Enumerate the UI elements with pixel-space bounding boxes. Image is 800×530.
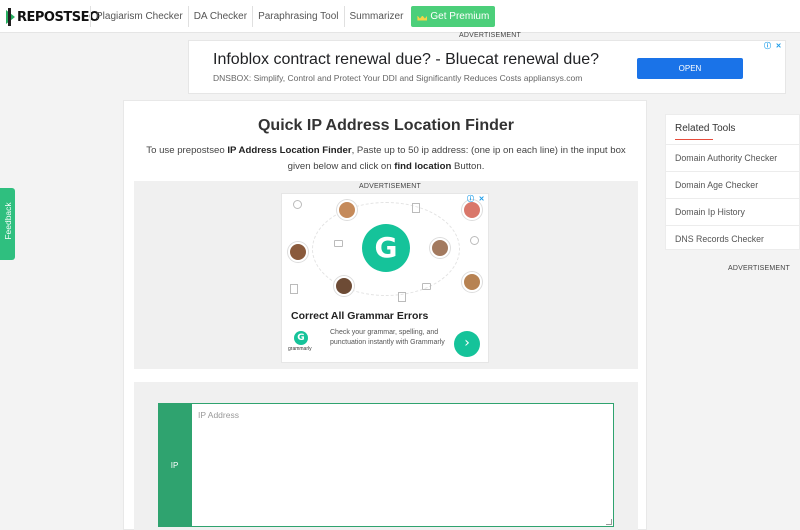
mail-icon bbox=[422, 283, 431, 290]
feedback-tab[interactable]: Feedback bbox=[0, 188, 15, 260]
sidebar-item-domain-ip-history[interactable]: Domain Ip History bbox=[666, 198, 800, 225]
ad-info-icon[interactable]: ⓘ bbox=[466, 195, 475, 204]
nav-plagiarism-checker[interactable]: Plagiarism Checker bbox=[90, 6, 188, 27]
avatar bbox=[430, 238, 450, 258]
sidebar-item-domain-age-checker[interactable]: Domain Age Checker bbox=[666, 171, 800, 198]
grammarly-ad[interactable]: G ⓘ ✕ Correct All Grammar Errors G gramm… bbox=[281, 193, 489, 363]
ad-close-icon[interactable]: ✕ bbox=[477, 195, 486, 204]
logo-text: REPOSTSEO bbox=[17, 9, 100, 25]
mail-icon bbox=[334, 240, 343, 247]
avatar bbox=[462, 272, 482, 292]
ad-choices[interactable]: ⓘ ✕ bbox=[763, 42, 783, 51]
document-icon bbox=[290, 284, 298, 294]
desc-part-1: To use prepostseo bbox=[146, 145, 228, 156]
top-ad-title[interactable]: Infoblox contract renewal due? - Bluecat… bbox=[213, 51, 599, 69]
ad-close-icon[interactable]: ✕ bbox=[774, 42, 783, 51]
page-title: Quick IP Address Location Finder bbox=[257, 117, 515, 134]
grammarly-small-logo-icon: G bbox=[294, 331, 308, 345]
get-premium-label: Get Premium bbox=[430, 11, 490, 22]
nav-paraphrasing-tool[interactable]: Paraphrasing Tool bbox=[252, 6, 343, 27]
crown-icon bbox=[417, 13, 427, 21]
top-ad-label: ADVERTISEMENT bbox=[459, 32, 521, 39]
document-icon bbox=[398, 292, 406, 302]
page-description: To use prepostseo IP Address Location Fi… bbox=[136, 143, 636, 175]
sidebar-item-domain-authority-checker[interactable]: Domain Authority Checker bbox=[666, 144, 800, 171]
grammarly-ad-text: Check your grammar, spelling, and punctu… bbox=[330, 329, 445, 346]
main-content: Quick IP Address Location Finder To use … bbox=[123, 100, 647, 530]
top-ad-open-button[interactable]: OPEN bbox=[637, 58, 743, 79]
get-premium-button[interactable]: Get Premium bbox=[411, 6, 496, 27]
middle-ad-label: ADVERTISEMENT bbox=[359, 183, 421, 190]
grammarly-logo-icon: G bbox=[362, 224, 410, 272]
desc-part-3: Button. bbox=[451, 161, 485, 172]
chat-bubble-icon bbox=[293, 200, 302, 209]
avatar bbox=[334, 276, 354, 296]
title-underline bbox=[675, 139, 713, 140]
main-nav: Plagiarism Checker DA Checker Paraphrasi… bbox=[90, 6, 496, 27]
sidebar-item-dns-records-checker[interactable]: DNS Records Checker bbox=[666, 225, 800, 252]
chat-bubble-icon bbox=[470, 236, 479, 245]
desc-bold-action: find location bbox=[394, 161, 452, 172]
ip-tool-container: IP bbox=[134, 382, 638, 530]
grammarly-logo-letter: G bbox=[374, 231, 398, 264]
top-advertisement[interactable]: Infoblox contract renewal due? - Bluecat… bbox=[188, 40, 786, 94]
grammarly-brand: grammarly bbox=[288, 346, 312, 352]
related-tools-panel: Related Tools Domain Authority Checker D… bbox=[665, 114, 800, 250]
top-header: REPOSTSEO Plagiarism Checker DA Checker … bbox=[0, 0, 800, 33]
document-icon bbox=[412, 203, 420, 213]
ip-address-input[interactable] bbox=[191, 403, 614, 527]
nav-da-checker[interactable]: DA Checker bbox=[187, 6, 252, 27]
avatar bbox=[288, 242, 308, 262]
ad-choices[interactable]: ⓘ ✕ bbox=[466, 195, 486, 204]
sidebar-ad-label: ADVERTISEMENT bbox=[728, 265, 790, 272]
ad-info-icon[interactable]: ⓘ bbox=[763, 42, 772, 51]
resize-handle-icon[interactable] bbox=[606, 519, 612, 525]
grammarly-ad-graphic: G bbox=[282, 194, 488, 304]
logo-mark-icon bbox=[6, 8, 18, 26]
ip-input-label: IP bbox=[158, 403, 191, 527]
grammarly-headline: Correct All Grammar Errors bbox=[291, 310, 429, 322]
nav-summarizer[interactable]: Summarizer bbox=[343, 6, 409, 27]
feedback-label: Feedback bbox=[3, 202, 13, 240]
chevron-right-icon[interactable]: › bbox=[454, 331, 480, 357]
site-logo[interactable]: REPOSTSEO bbox=[6, 7, 100, 27]
middle-ad-container: ADVERTISEMENT G ⓘ ✕ Correct All Grammar … bbox=[134, 181, 638, 369]
avatar bbox=[337, 200, 357, 220]
top-ad-description: DNSBOX: Simplify, Control and Protect Yo… bbox=[213, 73, 583, 83]
desc-bold-tool: IP Address Location Finder bbox=[227, 145, 352, 156]
related-tools-title: Related Tools bbox=[675, 123, 736, 134]
